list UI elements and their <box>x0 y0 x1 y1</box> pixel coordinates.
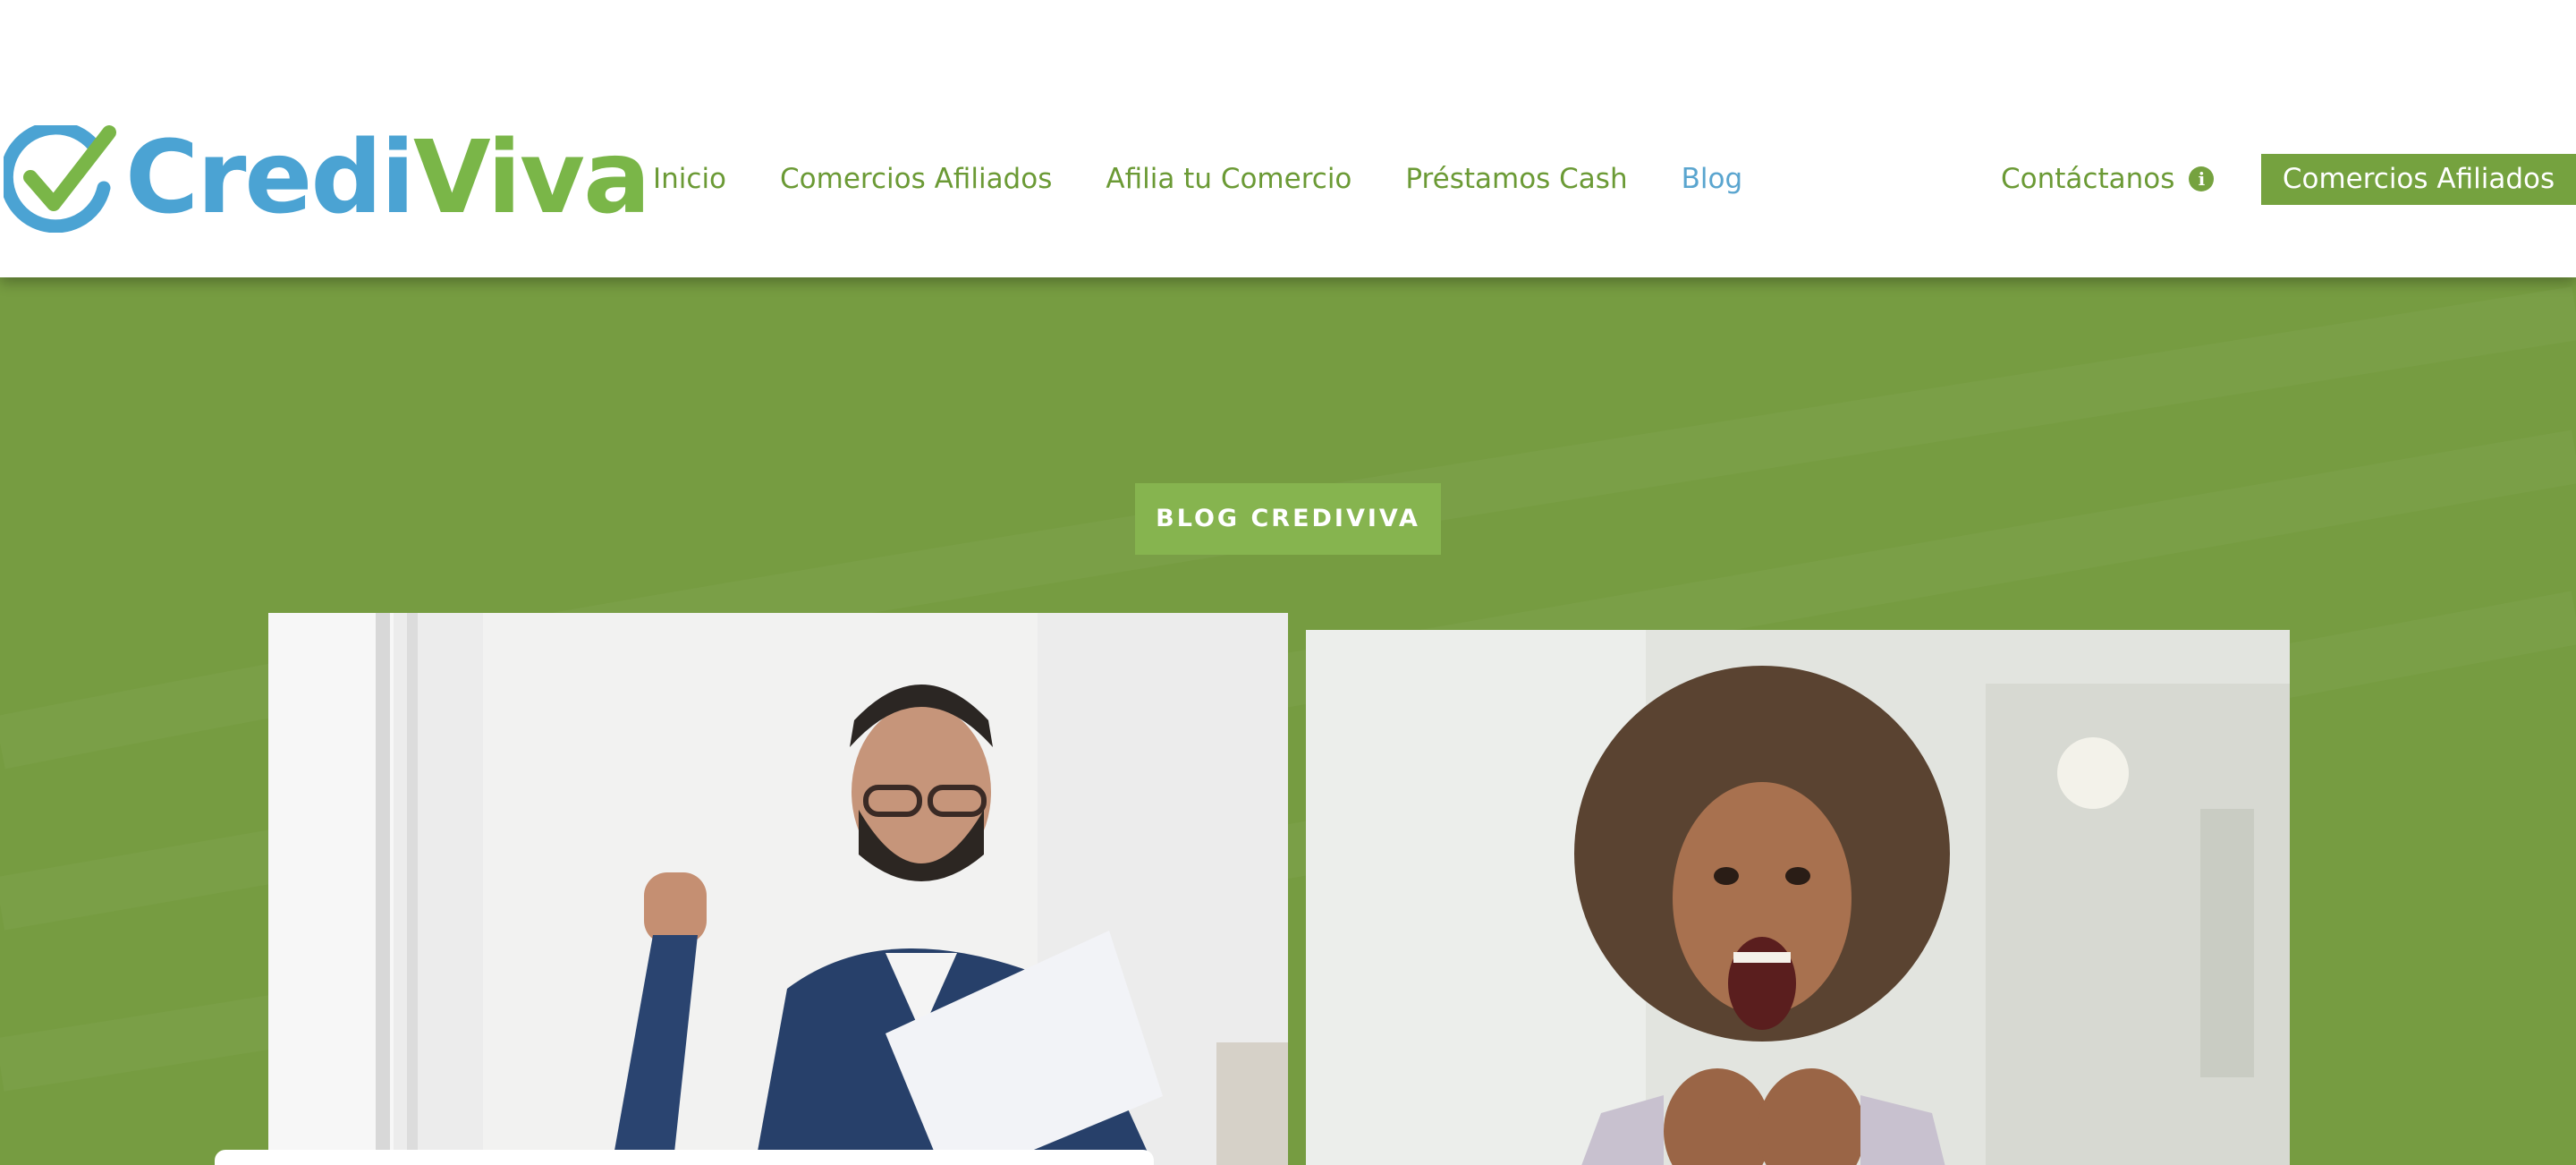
logo-text-viva: Viva <box>412 120 651 236</box>
site-header: CrediViva Inicio Comercios Afiliados Afi… <box>0 0 2576 277</box>
excited-woman-photo <box>1306 630 2290 1165</box>
blog-post-image-businessman[interactable] <box>268 613 1288 1165</box>
nav-item-afilia-tu-comercio[interactable]: Afilia tu Comercio <box>1106 159 1352 199</box>
check-circle-logo-icon <box>4 125 116 233</box>
nav-item-comercios-afiliados[interactable]: Comercios Afiliados <box>780 159 1052 199</box>
blog-hero: BLOG CREDIVIVA <box>0 277 2576 1165</box>
nav-item-inicio[interactable]: Inicio <box>653 159 726 199</box>
nav-item-blog[interactable]: Blog <box>1682 159 1743 199</box>
blog-post-caption-card <box>215 1150 1154 1165</box>
nav-item-prestamos-cash[interactable]: Préstamos Cash <box>1405 159 1627 199</box>
contact-link[interactable]: Contáctanos i <box>2001 159 2215 199</box>
blog-badge: BLOG CREDIVIVA <box>1135 483 1441 555</box>
businessman-photo <box>268 613 1288 1165</box>
info-icon: i <box>2189 166 2215 191</box>
crediviva-logo[interactable]: CrediViva <box>4 120 651 236</box>
contact-label: Contáctanos <box>2001 163 2175 195</box>
comercios-afiliados-button[interactable]: Comercios Afiliados <box>2261 154 2576 205</box>
main-nav: Inicio Comercios Afiliados Afilia tu Com… <box>653 159 1742 199</box>
blog-post-image-excited-woman[interactable] <box>1306 630 2290 1165</box>
logo-wordmark: CrediViva <box>125 120 651 236</box>
logo-text-credi: Credi <box>125 120 415 236</box>
